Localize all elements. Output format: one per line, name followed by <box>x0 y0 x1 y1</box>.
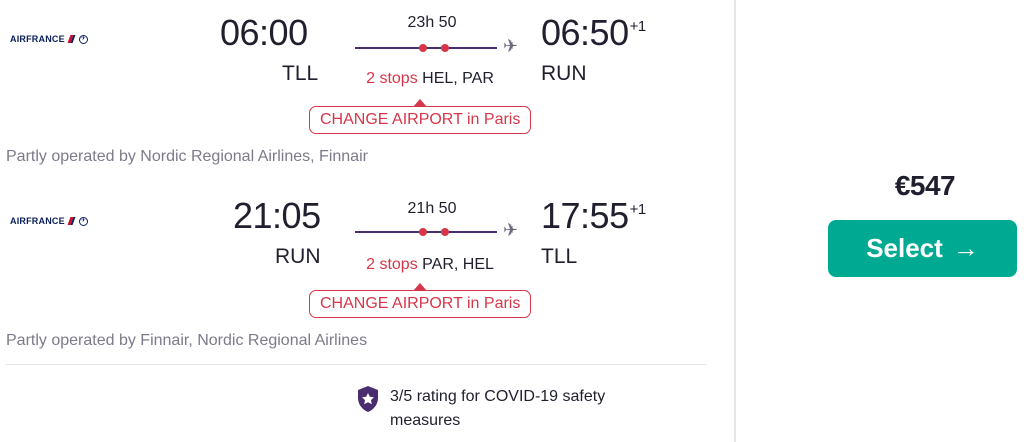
stop-dot-icon <box>419 228 427 236</box>
day-offset: +1 <box>629 201 647 218</box>
flight-duration: 23h 50 <box>407 14 457 31</box>
arrival-time: 06:50+1 <box>541 12 646 54</box>
return-leg: AIRFRANCE ✈ 21:05 RUN 21h 50 ✈ 2 stops P… <box>0 186 735 361</box>
airplane-icon: ✈ <box>503 220 519 240</box>
route-line: ✈ <box>355 220 525 240</box>
stops-airports: HEL, PAR <box>422 70 494 87</box>
airline-stripe-icon <box>68 217 76 225</box>
airline-seal-icon: ✈ <box>78 34 88 44</box>
airline-logo: AIRFRANCE ✈ <box>10 34 88 44</box>
stops-info: 2 stops PAR, HEL <box>330 256 530 274</box>
departure-airport: RUN <box>275 245 321 268</box>
arrival-airport: TLL <box>541 245 578 268</box>
stops-airports: PAR, HEL <box>422 256 494 273</box>
airline-logo-text: AIRFRANCE <box>10 216 65 226</box>
covid-rating-text: 3/5 rating for COVID-19 safety measures <box>390 388 606 429</box>
departure-time: 06:00 <box>220 12 308 53</box>
price: €547 <box>894 170 956 201</box>
stop-dot-icon <box>441 228 449 236</box>
stops-count: 2 stops <box>366 256 418 273</box>
badge-caret-icon <box>413 283 428 291</box>
departure-time: 21:05 <box>233 195 321 236</box>
stop-dot-icon <box>419 44 427 52</box>
badge-caret-icon <box>413 99 428 107</box>
operated-by: Partly operated by Nordic Regional Airli… <box>6 148 368 165</box>
section-divider <box>6 364 706 365</box>
day-offset: +1 <box>629 18 647 35</box>
airline-logo-text: AIRFRANCE <box>10 34 65 44</box>
airline-seal-icon: ✈ <box>78 216 88 226</box>
select-button-label: Select <box>866 233 943 263</box>
outbound-leg: AIRFRANCE ✈ 06:00 TLL 23h 50 ✈ 2 stops H… <box>0 0 735 175</box>
airline-stripe-icon <box>68 35 76 43</box>
arrival-time-value: 17:55 <box>541 195 629 236</box>
stops-count: 2 stops <box>366 70 418 87</box>
covid-rating[interactable]: 3/5 rating for COVID-19 safety measures <box>356 385 670 433</box>
select-button[interactable]: Select → <box>828 220 1017 277</box>
arrow-right-icon: → <box>952 233 979 263</box>
arrival-time: 17:55+1 <box>541 195 646 237</box>
change-airport-label: CHANGE AIRPORT in Paris <box>320 111 521 128</box>
itinerary-panel: AIRFRANCE ✈ 06:00 TLL 23h 50 ✈ 2 stops H… <box>0 0 735 442</box>
departure-airport: TLL <box>282 62 319 85</box>
change-airport-label: CHANGE AIRPORT in Paris <box>320 295 521 312</box>
arrival-time-value: 06:50 <box>541 12 629 53</box>
airplane-icon: ✈ <box>503 36 519 56</box>
change-airport-badge: CHANGE AIRPORT in Paris <box>309 99 532 134</box>
change-airport-badge: CHANGE AIRPORT in Paris <box>309 283 532 318</box>
card-divider <box>734 0 736 442</box>
airline-logo: AIRFRANCE ✈ <box>10 216 88 226</box>
stop-dot-icon <box>441 44 449 52</box>
stops-info: 2 stops HEL, PAR <box>330 70 530 88</box>
shield-icon <box>358 386 378 412</box>
operated-by: Partly operated by Finnair, Nordic Regio… <box>6 332 368 349</box>
arrival-airport: RUN <box>541 62 587 85</box>
route-line: ✈ <box>355 36 525 56</box>
flight-duration: 21h 50 <box>407 200 457 217</box>
